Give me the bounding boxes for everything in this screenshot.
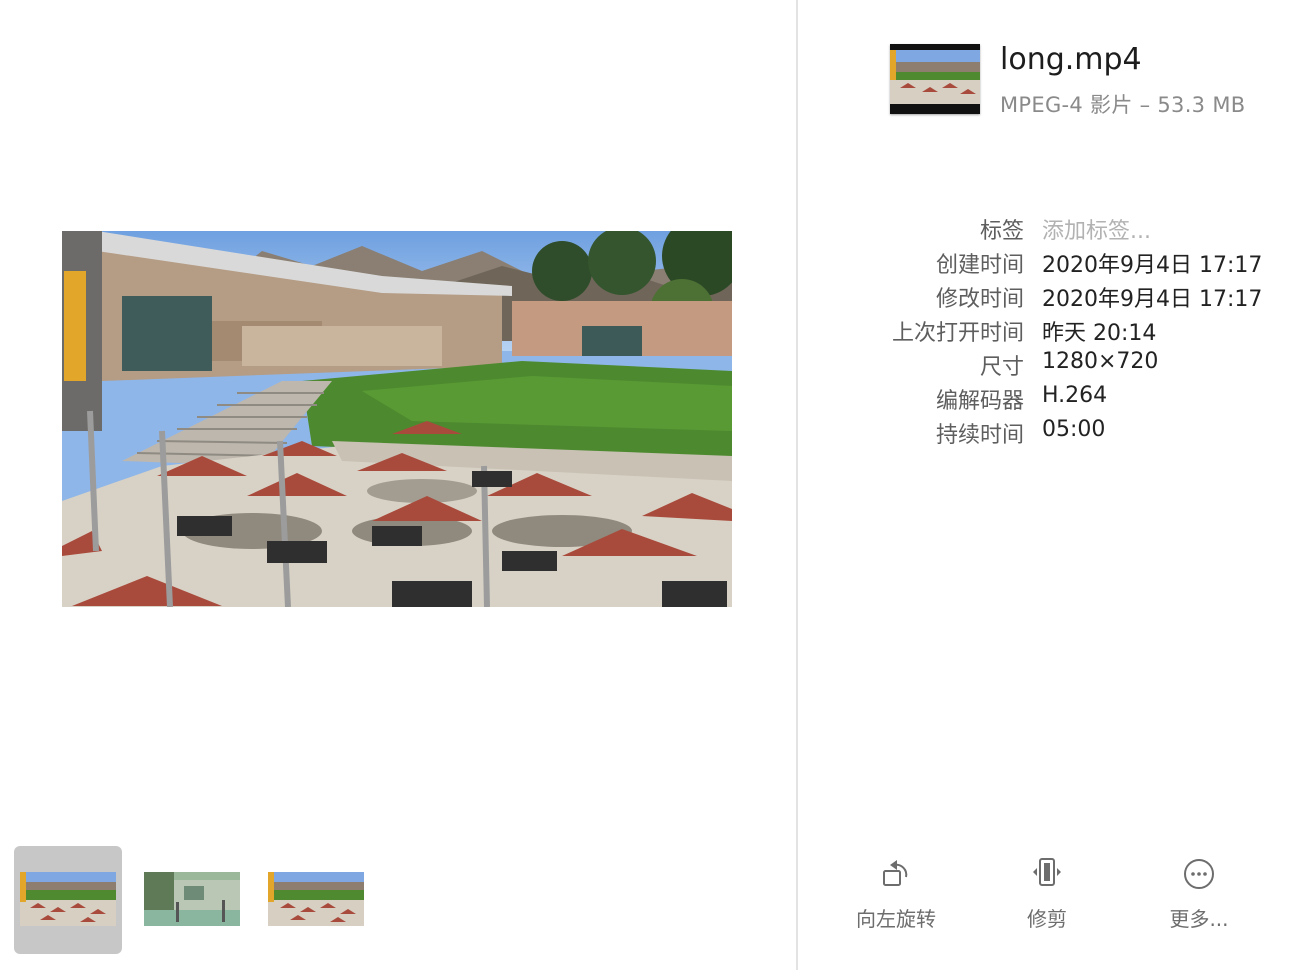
info-list: 标签 添加标签... 创建时间 2020年9月4日 17:17 修改时间 202… bbox=[838, 211, 1294, 449]
thumbnail-2-image bbox=[144, 872, 240, 926]
preview-pane bbox=[0, 0, 796, 970]
rotate-left-icon bbox=[880, 855, 912, 889]
rotate-left-label: 向左旋转 bbox=[856, 907, 936, 931]
info-value: 05:00 bbox=[1042, 417, 1106, 442]
thumbnail-1[interactable] bbox=[14, 846, 122, 954]
more-icon bbox=[1183, 855, 1215, 889]
thumbnail-1-image bbox=[20, 872, 116, 926]
thumbnail-3[interactable] bbox=[262, 846, 370, 954]
info-label: 修改时间 bbox=[935, 287, 1024, 312]
more-button[interactable]: 更多... bbox=[1144, 855, 1254, 935]
thumbnail-3-image bbox=[268, 872, 364, 926]
info-pane: long.mp4 MPEG-4 影片 – 53.3 MB 标签 添加标签... … bbox=[798, 0, 1294, 970]
info-row-last-opened: 上次打开时间 昨天 20:14 bbox=[838, 313, 1294, 347]
more-label: 更多... bbox=[1169, 907, 1229, 931]
info-label: 尺寸 bbox=[979, 355, 1024, 380]
tags-input[interactable]: 添加标签... bbox=[1042, 213, 1151, 245]
info-value: 昨天 20:14 bbox=[1042, 321, 1157, 346]
info-row-duration: 持续时间 05:00 bbox=[838, 415, 1294, 449]
info-label: 上次打开时间 bbox=[891, 321, 1024, 346]
info-value: 2020年9月4日 17:17 bbox=[1042, 253, 1263, 278]
info-label: 持续时间 bbox=[935, 423, 1024, 448]
file-name: long.mp4 bbox=[1000, 42, 1142, 77]
thumbnail-2[interactable] bbox=[138, 846, 246, 954]
video-thumbnail-icon bbox=[890, 44, 980, 114]
trim-button[interactable]: 修剪 bbox=[992, 855, 1102, 935]
trim-icon bbox=[1031, 855, 1063, 889]
trim-label: 修剪 bbox=[1027, 907, 1067, 931]
action-bar: 向左旋转 修剪 更多... bbox=[798, 855, 1294, 935]
thumbnail-strip bbox=[14, 846, 374, 954]
video-preview-image[interactable] bbox=[62, 231, 732, 607]
info-label: 创建时间 bbox=[935, 253, 1024, 278]
info-row-tags: 标签 添加标签... bbox=[838, 211, 1294, 245]
info-row-codec: 编解码器 H.264 bbox=[838, 381, 1294, 415]
info-value: 2020年9月4日 17:17 bbox=[1042, 287, 1263, 312]
info-value: 1280×720 bbox=[1042, 349, 1159, 374]
info-label: 标签 bbox=[979, 219, 1024, 244]
info-row-created: 创建时间 2020年9月4日 17:17 bbox=[838, 245, 1294, 279]
info-label: 编解码器 bbox=[935, 389, 1024, 414]
file-kind-size: MPEG-4 影片 – 53.3 MB bbox=[1000, 93, 1246, 117]
info-row-dimensions: 尺寸 1280×720 bbox=[838, 347, 1294, 381]
rotate-left-button[interactable]: 向左旋转 bbox=[841, 855, 951, 935]
info-value: H.264 bbox=[1042, 383, 1108, 408]
info-row-modified: 修改时间 2020年9月4日 17:17 bbox=[838, 279, 1294, 313]
